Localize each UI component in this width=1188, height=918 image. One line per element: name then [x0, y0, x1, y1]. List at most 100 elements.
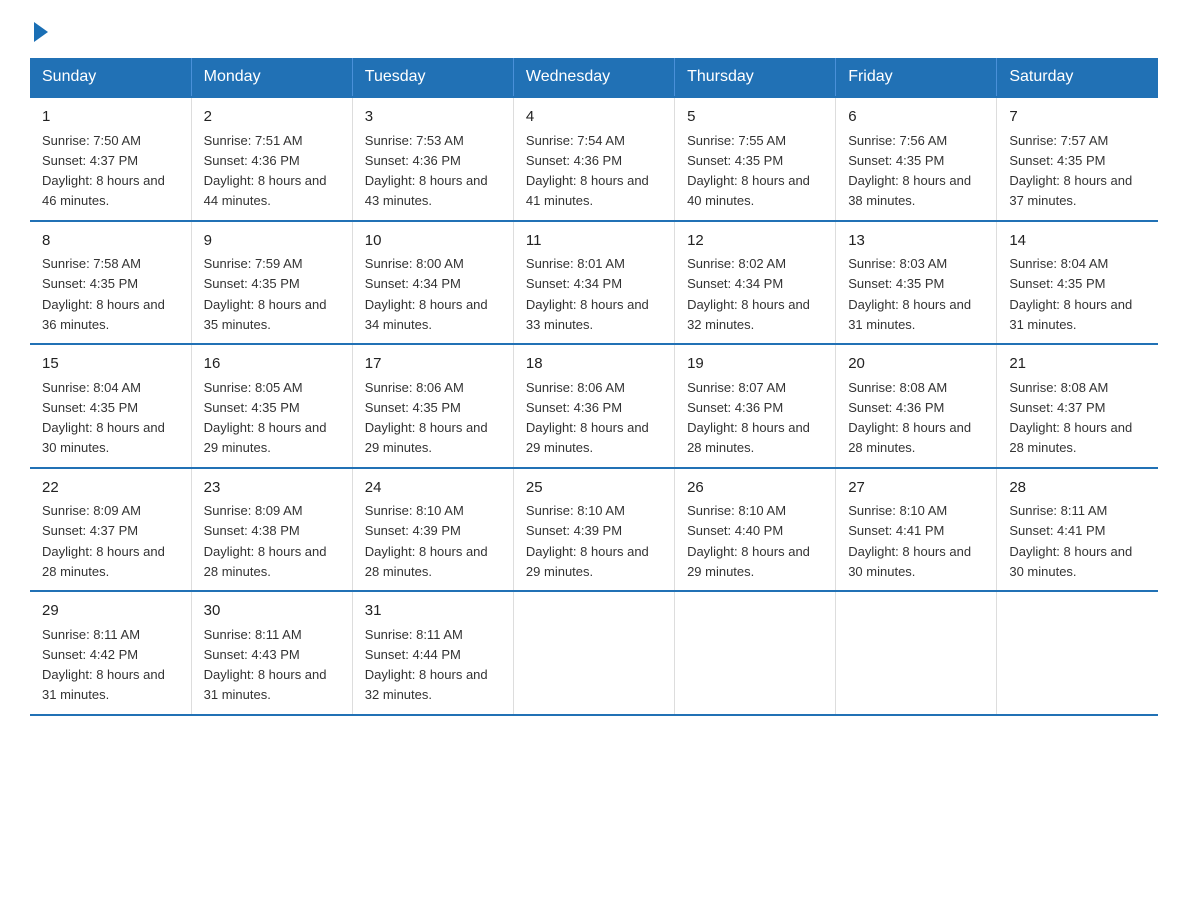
calendar-cell: 2Sunrise: 7:51 AMSunset: 4:36 PMDaylight… — [191, 97, 352, 221]
calendar-cell: 22Sunrise: 8:09 AMSunset: 4:37 PMDayligh… — [30, 468, 191, 592]
calendar-cell: 31 Sunrise: 8:11 AMSunset: 4:44 PMDayligh… — [352, 591, 513, 715]
calendar-cell: 6Sunrise: 7:56 AMSunset: 4:35 PMDaylight… — [836, 97, 997, 221]
calendar-cell: 29 Sunrise: 8:11 AMSunset: 4:42 PMDayligh… — [30, 591, 191, 715]
calendar-cell: 12Sunrise: 8:02 AMSunset: 4:34 PMDayligh… — [675, 221, 836, 345]
day-number: 23 — [204, 477, 340, 500]
day-info: Sunrise: 8:04 AMSunset: 4:35 PMDaylight:… — [1009, 256, 1132, 332]
day-number: 31 — [365, 600, 501, 623]
calendar-cell — [675, 591, 836, 715]
calendar-cell — [836, 591, 997, 715]
day-info: Sunrise: 7:54 AMSunset: 4:36 PMDaylight:… — [526, 133, 649, 209]
calendar-header-row: SundayMondayTuesdayWednesdayThursdayFrid… — [30, 58, 1158, 97]
day-number: 11 — [526, 230, 662, 253]
day-number: 26 — [687, 477, 823, 500]
calendar-cell: 13 Sunrise: 8:03 AMSunset: 4:35 PMDayligh… — [836, 221, 997, 345]
header-tuesday: Tuesday — [352, 58, 513, 97]
day-number: 30 — [204, 600, 340, 623]
calendar-cell: 27 Sunrise: 8:10 AMSunset: 4:41 PMDayligh… — [836, 468, 997, 592]
calendar-cell: 16 Sunrise: 8:05 AMSunset: 4:35 PMDayligh… — [191, 344, 352, 468]
day-info: Sunrise: 8:03 AMSunset: 4:35 PMDaylight:… — [848, 256, 971, 332]
day-number: 24 — [365, 477, 501, 500]
calendar-cell: 17 Sunrise: 8:06 AMSunset: 4:35 PMDayligh… — [352, 344, 513, 468]
day-number: 3 — [365, 106, 501, 129]
day-info: Sunrise: 7:53 AMSunset: 4:36 PMDaylight:… — [365, 133, 488, 209]
day-number: 29 — [42, 600, 179, 623]
calendar-week-row: 22Sunrise: 8:09 AMSunset: 4:37 PMDayligh… — [30, 468, 1158, 592]
day-number: 18 — [526, 353, 662, 376]
day-number: 17 — [365, 353, 501, 376]
day-number: 13 — [848, 230, 984, 253]
day-info: Sunrise: 8:11 AMSunset: 4:41 PMDaylight:… — [1009, 503, 1132, 579]
day-number: 20 — [848, 353, 984, 376]
day-info: Sunrise: 7:55 AMSunset: 4:35 PMDaylight:… — [687, 133, 810, 209]
day-number: 2 — [204, 106, 340, 129]
day-info: Sunrise: 8:11 AMSunset: 4:42 PMDaylight:… — [42, 627, 165, 703]
header-friday: Friday — [836, 58, 997, 97]
day-number: 25 — [526, 477, 662, 500]
calendar-cell: 21Sunrise: 8:08 AMSunset: 4:37 PMDayligh… — [997, 344, 1158, 468]
calendar-cell — [997, 591, 1158, 715]
day-number: 1 — [42, 106, 179, 129]
day-number: 7 — [1009, 106, 1146, 129]
calendar-cell: 23 Sunrise: 8:09 AMSunset: 4:38 PMDayligh… — [191, 468, 352, 592]
day-info: Sunrise: 7:56 AMSunset: 4:35 PMDaylight:… — [848, 133, 971, 209]
day-info: Sunrise: 8:05 AMSunset: 4:35 PMDaylight:… — [204, 380, 327, 456]
day-info: Sunrise: 8:06 AMSunset: 4:35 PMDaylight:… — [365, 380, 488, 456]
day-info: Sunrise: 7:59 AMSunset: 4:35 PMDaylight:… — [204, 256, 327, 332]
day-number: 14 — [1009, 230, 1146, 253]
day-info: Sunrise: 8:10 AMSunset: 4:39 PMDaylight:… — [526, 503, 649, 579]
day-info: Sunrise: 8:11 AMSunset: 4:43 PMDaylight:… — [204, 627, 327, 703]
day-info: Sunrise: 7:50 AMSunset: 4:37 PMDaylight:… — [42, 133, 165, 209]
day-info: Sunrise: 8:10 AMSunset: 4:41 PMDaylight:… — [848, 503, 971, 579]
calendar-week-row: 1 Sunrise: 7:50 AMSunset: 4:37 PMDaylight… — [30, 97, 1158, 221]
calendar-cell: 19 Sunrise: 8:07 AMSunset: 4:36 PMDayligh… — [675, 344, 836, 468]
day-info: Sunrise: 8:09 AMSunset: 4:37 PMDaylight:… — [42, 503, 165, 579]
day-number: 10 — [365, 230, 501, 253]
day-info: Sunrise: 8:11 AMSunset: 4:44 PMDaylight:… — [365, 627, 488, 703]
day-info: Sunrise: 8:07 AMSunset: 4:36 PMDaylight:… — [687, 380, 810, 456]
day-number: 27 — [848, 477, 984, 500]
day-number: 16 — [204, 353, 340, 376]
day-number: 9 — [204, 230, 340, 253]
day-info: Sunrise: 8:10 AMSunset: 4:40 PMDaylight:… — [687, 503, 810, 579]
calendar-cell: 20 Sunrise: 8:08 AMSunset: 4:36 PMDayligh… — [836, 344, 997, 468]
calendar-week-row: 8Sunrise: 7:58 AMSunset: 4:35 PMDaylight… — [30, 221, 1158, 345]
calendar-table: SundayMondayTuesdayWednesdayThursdayFrid… — [30, 58, 1158, 716]
day-info: Sunrise: 8:09 AMSunset: 4:38 PMDaylight:… — [204, 503, 327, 579]
day-number: 5 — [687, 106, 823, 129]
calendar-cell — [513, 591, 674, 715]
calendar-cell: 9 Sunrise: 7:59 AMSunset: 4:35 PMDaylight… — [191, 221, 352, 345]
header-wednesday: Wednesday — [513, 58, 674, 97]
calendar-cell: 25 Sunrise: 8:10 AMSunset: 4:39 PMDayligh… — [513, 468, 674, 592]
day-number: 28 — [1009, 477, 1146, 500]
calendar-cell: 15Sunrise: 8:04 AMSunset: 4:35 PMDayligh… — [30, 344, 191, 468]
day-info: Sunrise: 8:00 AMSunset: 4:34 PMDaylight:… — [365, 256, 488, 332]
page-header — [30, 20, 1158, 38]
logo-arrow-icon — [34, 22, 48, 42]
day-info: Sunrise: 7:57 AMSunset: 4:35 PMDaylight:… — [1009, 133, 1132, 209]
calendar-cell: 4 Sunrise: 7:54 AMSunset: 4:36 PMDaylight… — [513, 97, 674, 221]
calendar-week-row: 29 Sunrise: 8:11 AMSunset: 4:42 PMDayligh… — [30, 591, 1158, 715]
day-number: 12 — [687, 230, 823, 253]
header-sunday: Sunday — [30, 58, 191, 97]
day-info: Sunrise: 8:06 AMSunset: 4:36 PMDaylight:… — [526, 380, 649, 456]
day-number: 21 — [1009, 353, 1146, 376]
day-number: 19 — [687, 353, 823, 376]
calendar-cell: 14 Sunrise: 8:04 AMSunset: 4:35 PMDayligh… — [997, 221, 1158, 345]
calendar-week-row: 15Sunrise: 8:04 AMSunset: 4:35 PMDayligh… — [30, 344, 1158, 468]
day-info: Sunrise: 8:10 AMSunset: 4:39 PMDaylight:… — [365, 503, 488, 579]
calendar-cell: 28 Sunrise: 8:11 AMSunset: 4:41 PMDayligh… — [997, 468, 1158, 592]
calendar-cell: 24 Sunrise: 8:10 AMSunset: 4:39 PMDayligh… — [352, 468, 513, 592]
calendar-cell: 3 Sunrise: 7:53 AMSunset: 4:36 PMDaylight… — [352, 97, 513, 221]
logo — [30, 20, 48, 38]
calendar-cell: 18 Sunrise: 8:06 AMSunset: 4:36 PMDayligh… — [513, 344, 674, 468]
day-number: 4 — [526, 106, 662, 129]
header-saturday: Saturday — [997, 58, 1158, 97]
day-info: Sunrise: 7:58 AMSunset: 4:35 PMDaylight:… — [42, 256, 165, 332]
calendar-cell: 5 Sunrise: 7:55 AMSunset: 4:35 PMDaylight… — [675, 97, 836, 221]
header-thursday: Thursday — [675, 58, 836, 97]
day-info: Sunrise: 8:01 AMSunset: 4:34 PMDaylight:… — [526, 256, 649, 332]
header-monday: Monday — [191, 58, 352, 97]
day-info: Sunrise: 8:08 AMSunset: 4:36 PMDaylight:… — [848, 380, 971, 456]
day-info: Sunrise: 8:04 AMSunset: 4:35 PMDaylight:… — [42, 380, 165, 456]
